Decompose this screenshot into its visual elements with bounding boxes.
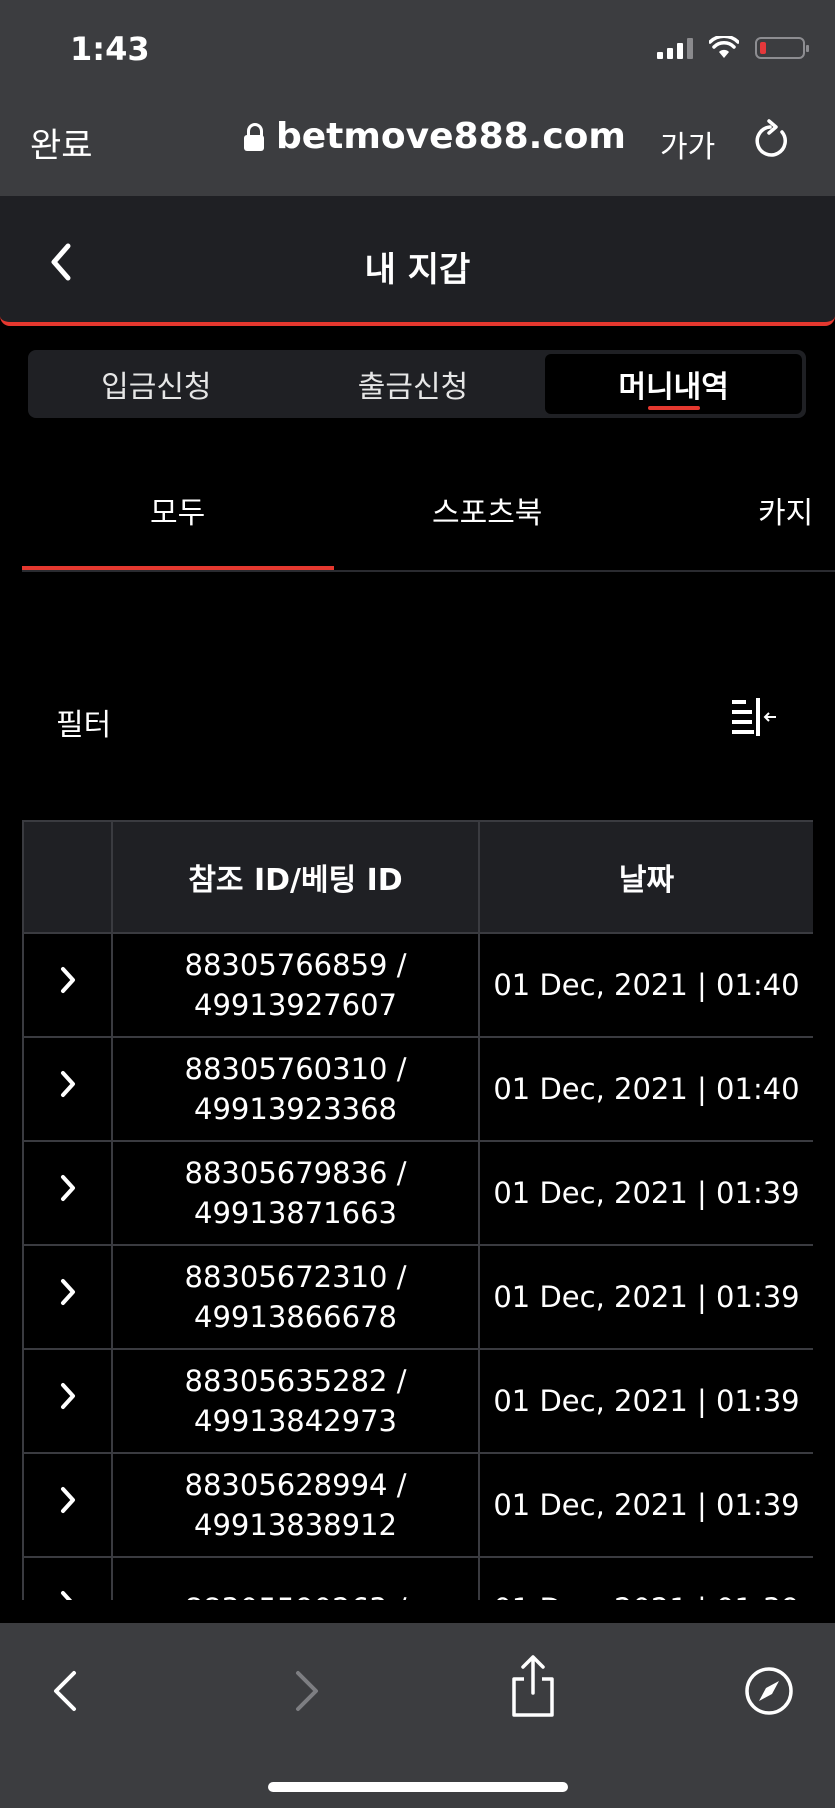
expand-cell[interactable]	[22, 1452, 113, 1558]
ref-id: 88305679836 /	[184, 1156, 407, 1190]
filter-sliders-icon[interactable]	[732, 698, 778, 738]
date-cell: 01 Dec, 2021 | 01:39	[478, 1244, 813, 1350]
date-cell: 01 Dec, 2021 | 01:39	[478, 1556, 813, 1600]
reload-icon[interactable]	[752, 118, 792, 162]
tab-deposit[interactable]: 입금신청	[28, 350, 285, 418]
done-button[interactable]: 완료	[30, 118, 93, 167]
battery-icon	[755, 37, 809, 59]
expand-cell[interactable]	[22, 1348, 113, 1454]
chevron-right-icon[interactable]	[58, 1173, 78, 1203]
page-title: 내 지갑	[364, 250, 471, 290]
browser-back-icon[interactable]	[42, 1663, 92, 1719]
transaction-table: 참조 ID/베팅 ID 날짜 88305766859 / 49913927607 0…	[22, 820, 813, 1600]
chevron-right-icon[interactable]	[58, 1277, 78, 1307]
table-row[interactable]: 88305766859 / 49913927607 01 Dec, 2021 | 0…	[22, 932, 813, 1038]
chevron-right-icon[interactable]	[58, 965, 78, 995]
cellular-signal-icon	[657, 37, 693, 59]
date-cell: 01 Dec, 2021 | 01:39	[478, 1348, 813, 1454]
ref-bet-id-cell: 88305590263 /	[111, 1556, 480, 1600]
chevron-right-icon[interactable]	[58, 1381, 78, 1411]
browser-top-bar: 1:43 완료 betmove888.com 가가	[0, 0, 835, 196]
home-indicator	[268, 1782, 568, 1792]
ref-bet-id-cell: 88305766859 / 49913927607	[111, 932, 480, 1038]
date-column-header: 날짜	[478, 820, 813, 934]
expand-cell[interactable]	[22, 1244, 113, 1350]
ref-id-column-header: 참조 ID/베팅 ID	[111, 820, 480, 934]
tab-money-history[interactable]: 머니내역	[545, 354, 803, 414]
ref-bet-id-cell: 88305679836 / 49913871663	[111, 1140, 480, 1246]
chevron-right-icon[interactable]	[58, 1069, 78, 1099]
ref-id: 88305635282 /	[184, 1364, 407, 1398]
bet-id: 49913871663	[194, 1196, 397, 1230]
app-header: 내 지갑	[0, 196, 835, 326]
bet-id: 49913838912	[194, 1508, 397, 1542]
category-tabs: 모두 스포츠북 카지	[22, 470, 835, 572]
bet-id: 49913842973	[194, 1404, 397, 1438]
expand-cell[interactable]	[22, 1036, 113, 1142]
active-tab-indicator	[22, 566, 334, 570]
ref-bet-id-cell: 88305635282 / 49913842973	[111, 1348, 480, 1454]
date-cell: 01 Dec, 2021 | 01:40	[478, 932, 813, 1038]
table-row[interactable]: 88305672310 / 49913866678 01 Dec, 2021 | 0…	[22, 1244, 813, 1350]
table-header-row: 참조 ID/베팅 ID 날짜	[22, 820, 813, 934]
url-text: betmove888.com	[276, 116, 626, 157]
table-row[interactable]: 88305628994 / 49913838912 01 Dec, 2021 | 0…	[22, 1452, 813, 1558]
ref-bet-id-cell: 88305672310 / 49913866678	[111, 1244, 480, 1350]
address-bar[interactable]: betmove888.com	[244, 116, 626, 157]
bet-id: 49913923368	[194, 1092, 397, 1126]
tab-all[interactable]: 모두	[150, 488, 205, 532]
browser-forward-icon[interactable]	[280, 1663, 330, 1719]
share-icon[interactable]	[508, 1653, 558, 1719]
expand-column-header	[22, 820, 113, 934]
tab-casino[interactable]: 카지	[758, 488, 813, 532]
ref-id: 88305766859 /	[184, 948, 407, 982]
chevron-right-icon[interactable]	[58, 1589, 78, 1600]
browser-bottom-toolbar	[0, 1623, 835, 1808]
tab-withdraw[interactable]: 출금신청	[285, 350, 542, 418]
expand-cell[interactable]	[22, 932, 113, 1038]
expand-cell[interactable]	[22, 1556, 113, 1600]
ref-id: 88305590263 /	[114, 1589, 477, 1600]
table-row[interactable]: 88305590263 /01 Dec, 2021 | 01:39	[22, 1556, 813, 1600]
lock-icon	[244, 122, 264, 151]
status-icons	[657, 36, 809, 60]
table-row[interactable]: 88305635282 / 49913842973 01 Dec, 2021 | 0…	[22, 1348, 813, 1454]
ref-bet-id-cell: 88305628994 / 49913838912	[111, 1452, 480, 1558]
chevron-right-icon[interactable]	[58, 1485, 78, 1515]
date-cell: 01 Dec, 2021 | 01:39	[478, 1140, 813, 1246]
ref-id: 88305760310 /	[184, 1052, 407, 1086]
compass-icon[interactable]	[742, 1663, 796, 1719]
table-row[interactable]: 88305679836 / 49913871663 01 Dec, 2021 | 0…	[22, 1140, 813, 1246]
expand-cell[interactable]	[22, 1140, 113, 1246]
status-time: 1:43	[70, 30, 150, 68]
text-size-button[interactable]: 가가	[660, 122, 715, 166]
bet-id: 49913927607	[194, 988, 397, 1022]
ref-id: 88305628994 /	[184, 1468, 407, 1502]
tab-sportsbook[interactable]: 스포츠북	[432, 488, 542, 532]
bet-id: 49913866678	[194, 1300, 397, 1334]
wifi-icon	[709, 36, 739, 58]
filter-label[interactable]: 필터	[56, 700, 111, 744]
table-row[interactable]: 88305760310 / 49913923368 01 Dec, 2021 | 0…	[22, 1036, 813, 1142]
ref-id: 88305672310 /	[184, 1260, 407, 1294]
date-cell: 01 Dec, 2021 | 01:39	[478, 1452, 813, 1558]
date-cell: 01 Dec, 2021 | 01:40	[478, 1036, 813, 1142]
ref-bet-id-cell: 88305760310 / 49913923368	[111, 1036, 480, 1142]
wallet-tabs: 입금신청 출금신청 머니내역	[28, 350, 806, 418]
